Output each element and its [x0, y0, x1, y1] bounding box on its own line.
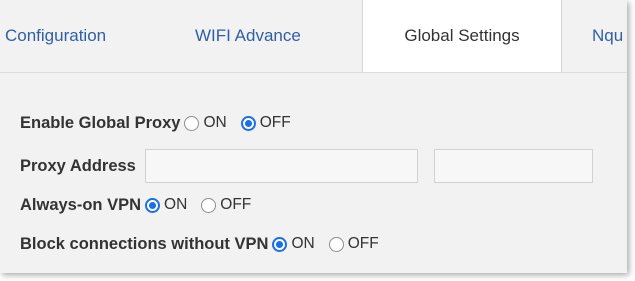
- global-proxy-off-radio[interactable]: [240, 115, 256, 131]
- always-on-vpn-row: Always-on VPN ON OFF: [20, 192, 261, 218]
- global-proxy-off-label: OFF: [259, 114, 291, 131]
- tab-global-settings[interactable]: Global Settings: [362, 0, 562, 74]
- global-proxy-on-radio[interactable]: [184, 115, 200, 131]
- tab-bar: Configuration WIFI Advance Global Settin…: [0, 0, 627, 74]
- global-settings-content: Enable Global Proxy ON OFF Proxy Address…: [0, 73, 627, 273]
- block-without-vpn-row: Block connections without VPN ON OFF: [20, 231, 389, 257]
- proxy-port-field[interactable]: [433, 149, 593, 183]
- always-on-vpn-label: Always-on VPN: [20, 195, 142, 214]
- settings-panel: Configuration WIFI Advance Global Settin…: [0, 0, 627, 273]
- proxy-host-field[interactable]: [144, 149, 418, 183]
- block-without-vpn-on-label: ON: [291, 235, 315, 252]
- block-without-vpn-off-radio[interactable]: [328, 236, 344, 252]
- global-proxy-row: Enable Global Proxy ON OFF: [20, 110, 301, 136]
- proxy-address-label: Proxy Address: [20, 156, 136, 175]
- tab-configuration[interactable]: Configuration: [5, 0, 106, 72]
- always-on-vpn-off-label: OFF: [220, 196, 252, 213]
- global-proxy-label: Enable Global Proxy: [20, 113, 181, 132]
- always-on-vpn-off-radio[interactable]: [201, 197, 217, 213]
- global-proxy-on-label: ON: [203, 114, 227, 131]
- block-without-vpn-label: Block connections without VPN: [20, 234, 269, 253]
- tab-wifi-advance[interactable]: WIFI Advance: [195, 0, 301, 72]
- block-without-vpn-off-label: OFF: [347, 235, 379, 252]
- proxy-address-row: Proxy Address: [20, 149, 593, 183]
- always-on-vpn-on-label: ON: [164, 196, 188, 213]
- tab-nqu[interactable]: Nqu: [592, 0, 623, 72]
- always-on-vpn-on-radio[interactable]: [145, 197, 161, 213]
- block-without-vpn-on-radio[interactable]: [272, 236, 288, 252]
